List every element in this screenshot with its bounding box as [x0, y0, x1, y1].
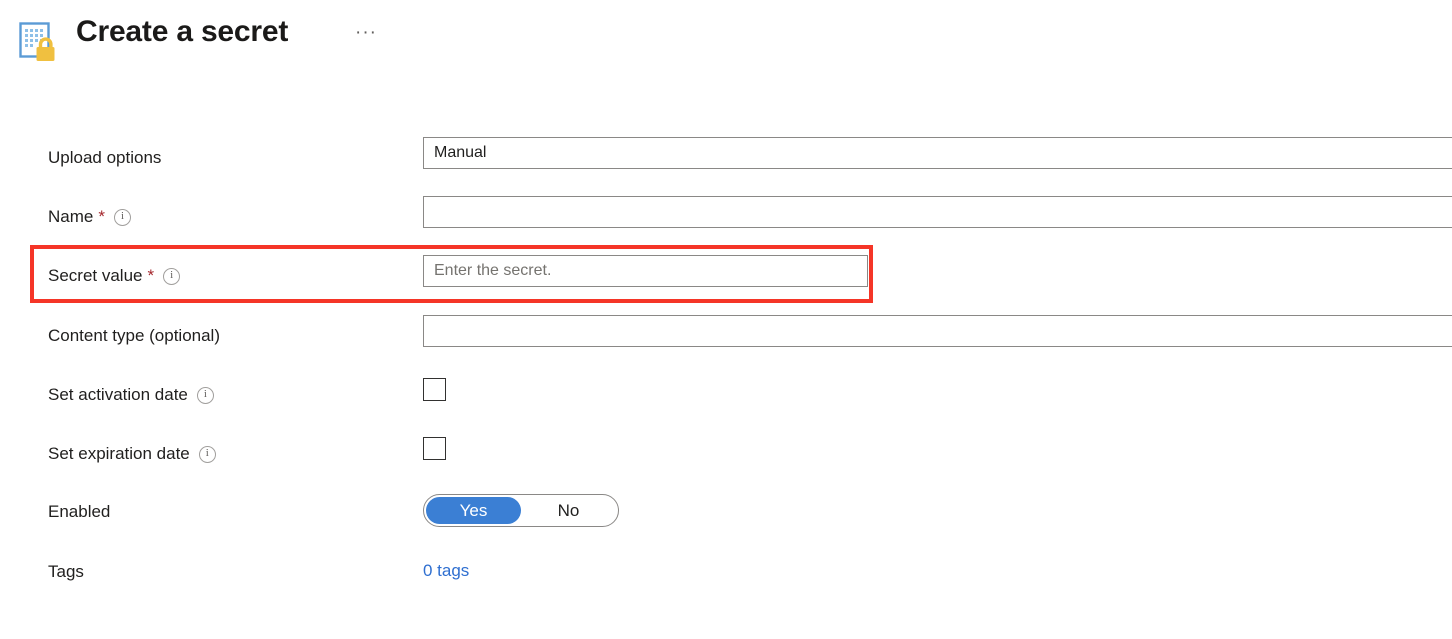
secret-value-input[interactable] [423, 255, 868, 287]
enabled-control: Yes No [423, 494, 619, 527]
tags-control: 0 tags [423, 555, 469, 587]
form-row-secret-value: Secret value * [0, 255, 1452, 295]
label-set-expiration-date: Set expiration date [48, 433, 216, 473]
label-text: Set activation date [48, 384, 188, 404]
form-row-tags: Tags 0 tags [0, 551, 1452, 591]
enabled-toggle[interactable]: Yes No [423, 494, 619, 527]
set-activation-date-checkbox[interactable] [423, 378, 446, 401]
label-text: Upload options [48, 147, 162, 167]
form-row-content-type: Content type (optional) [0, 315, 1452, 355]
info-icon[interactable] [196, 386, 214, 404]
secret-value-control [423, 255, 868, 287]
content-type-input[interactable] [423, 315, 1452, 347]
create-secret-form: Upload options Name * Secret value * Con… [0, 0, 1452, 639]
info-icon[interactable] [113, 208, 131, 226]
form-row-set-activation-date: Set activation date [0, 374, 1452, 414]
name-control [423, 196, 1452, 228]
required-indicator: * [147, 265, 155, 285]
upload-options-control [423, 137, 1452, 169]
enabled-toggle-no[interactable]: No [521, 497, 616, 524]
set-expiration-date-control [423, 437, 446, 460]
info-icon[interactable] [198, 445, 216, 463]
label-name: Name * [48, 196, 131, 236]
label-text: Secret value [48, 265, 143, 285]
content-type-control [423, 315, 1452, 347]
name-input[interactable] [423, 196, 1452, 228]
form-row-set-expiration-date: Set expiration date [0, 433, 1452, 473]
set-activation-date-control [423, 378, 446, 401]
label-text: Tags [48, 561, 84, 581]
form-row-name: Name * [0, 196, 1452, 236]
label-text: Enabled [48, 501, 111, 521]
form-row-upload-options: Upload options [0, 137, 1452, 177]
upload-options-select[interactable] [423, 137, 1452, 169]
tags-link[interactable]: 0 tags [423, 561, 469, 580]
label-text: Name [48, 206, 94, 226]
label-tags: Tags [48, 551, 84, 591]
label-set-activation-date: Set activation date [48, 374, 214, 414]
set-expiration-date-checkbox[interactable] [423, 437, 446, 460]
label-content-type: Content type (optional) [48, 315, 220, 355]
enabled-toggle-yes[interactable]: Yes [426, 497, 521, 524]
required-indicator: * [98, 206, 105, 226]
info-icon[interactable] [163, 267, 181, 285]
label-upload-options: Upload options [48, 137, 161, 177]
label-enabled: Enabled [48, 491, 110, 531]
label-secret-value: Secret value * [48, 255, 181, 295]
label-text: Content type (optional) [48, 325, 220, 345]
form-row-enabled: Enabled Yes No [0, 491, 1452, 531]
label-text: Set expiration date [48, 443, 190, 463]
